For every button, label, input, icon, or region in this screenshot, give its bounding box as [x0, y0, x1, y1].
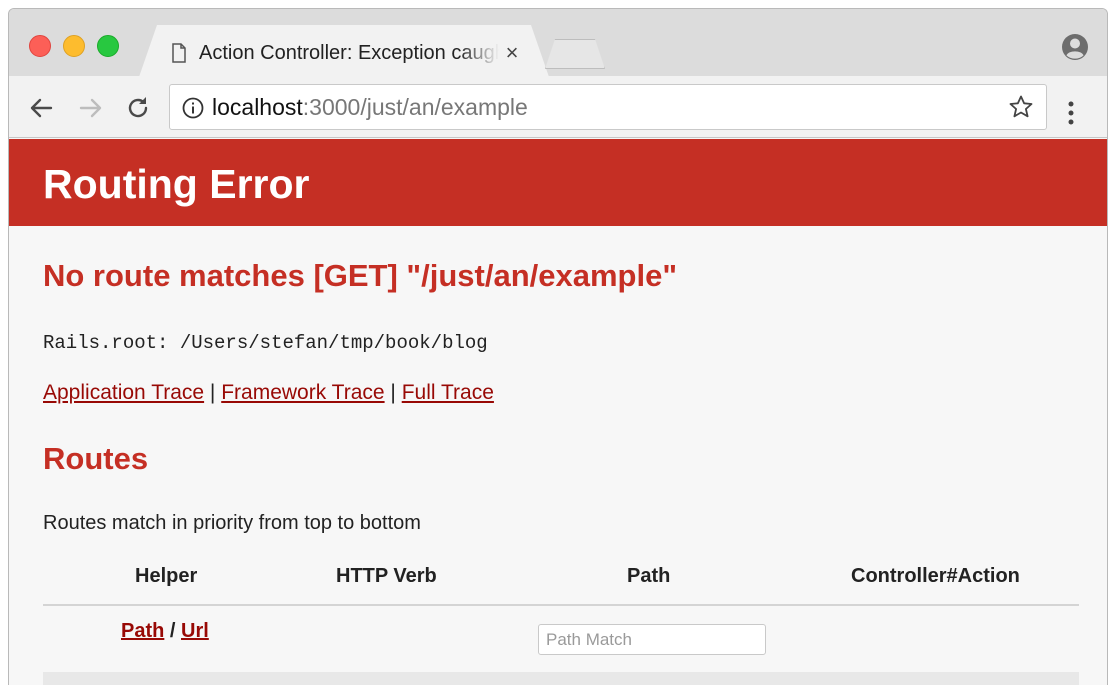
url-host: localhost: [212, 94, 303, 120]
trace-links: Application Trace | Framework Trace | Fu…: [43, 381, 494, 405]
routes-description: Routes match in priority from top to bot…: [43, 512, 421, 534]
page-content: Routing Error No route matches [GET] "/j…: [9, 139, 1107, 685]
tab-title-fade: [459, 38, 499, 68]
helper-links: Path / Url: [121, 620, 209, 643]
browser-toolbar: localhost:3000/just/an/example: [9, 76, 1107, 138]
column-header-helper: Helper: [135, 565, 198, 587]
rails-root: Rails.root: /Users/stefan/tmp/book/blog: [43, 332, 488, 354]
table-row: [43, 672, 1079, 685]
full-trace-link[interactable]: Full Trace: [402, 381, 494, 404]
profile-icon[interactable]: [1061, 33, 1089, 61]
close-window-button[interactable]: [29, 35, 51, 57]
minimize-window-button[interactable]: [63, 35, 85, 57]
path-helper-link[interactable]: Path: [121, 620, 164, 642]
column-header-controller-action: Controller#Action: [851, 565, 1020, 587]
zoom-window-button[interactable]: [97, 35, 119, 57]
url-helper-link[interactable]: Url: [181, 620, 209, 642]
trace-separator: |: [384, 381, 402, 404]
helper-separator: /: [164, 620, 182, 642]
trace-separator: |: [204, 381, 222, 404]
column-header-path: Path: [627, 565, 671, 587]
forward-arrow-icon[interactable]: [77, 94, 105, 122]
error-banner: Routing Error: [9, 139, 1107, 226]
tab-close-button[interactable]: ×: [501, 38, 523, 68]
tab-strip: Action Controller: Exception caught ×: [9, 9, 1107, 76]
header-divider: [43, 604, 1079, 606]
tab-title[interactable]: Action Controller: Exception caught: [199, 38, 499, 68]
new-tab-button[interactable]: [545, 39, 605, 69]
url-text[interactable]: localhost:3000/just/an/example: [212, 85, 528, 129]
address-bar[interactable]: localhost:3000/just/an/example: [169, 84, 1047, 130]
error-title: No route matches [GET] "/just/an/example…: [43, 258, 678, 293]
back-arrow-icon[interactable]: [27, 94, 55, 122]
star-icon[interactable]: [1008, 94, 1034, 120]
banner-title: Routing Error: [43, 161, 310, 207]
info-icon[interactable]: [182, 97, 204, 119]
application-trace-link[interactable]: Application Trace: [43, 381, 204, 404]
framework-trace-link[interactable]: Framework Trace: [221, 381, 384, 404]
browser-window: Action Controller: Exception caught × lo…: [8, 8, 1108, 685]
reload-icon[interactable]: [124, 94, 152, 122]
document-icon: [172, 43, 186, 63]
kebab-menu-icon[interactable]: [1067, 100, 1075, 126]
url-path: :3000/just/an/example: [302, 94, 528, 120]
column-header-http-verb: HTTP Verb: [336, 565, 437, 587]
routes-title: Routes: [43, 441, 149, 476]
path-match-input[interactable]: [538, 624, 766, 655]
